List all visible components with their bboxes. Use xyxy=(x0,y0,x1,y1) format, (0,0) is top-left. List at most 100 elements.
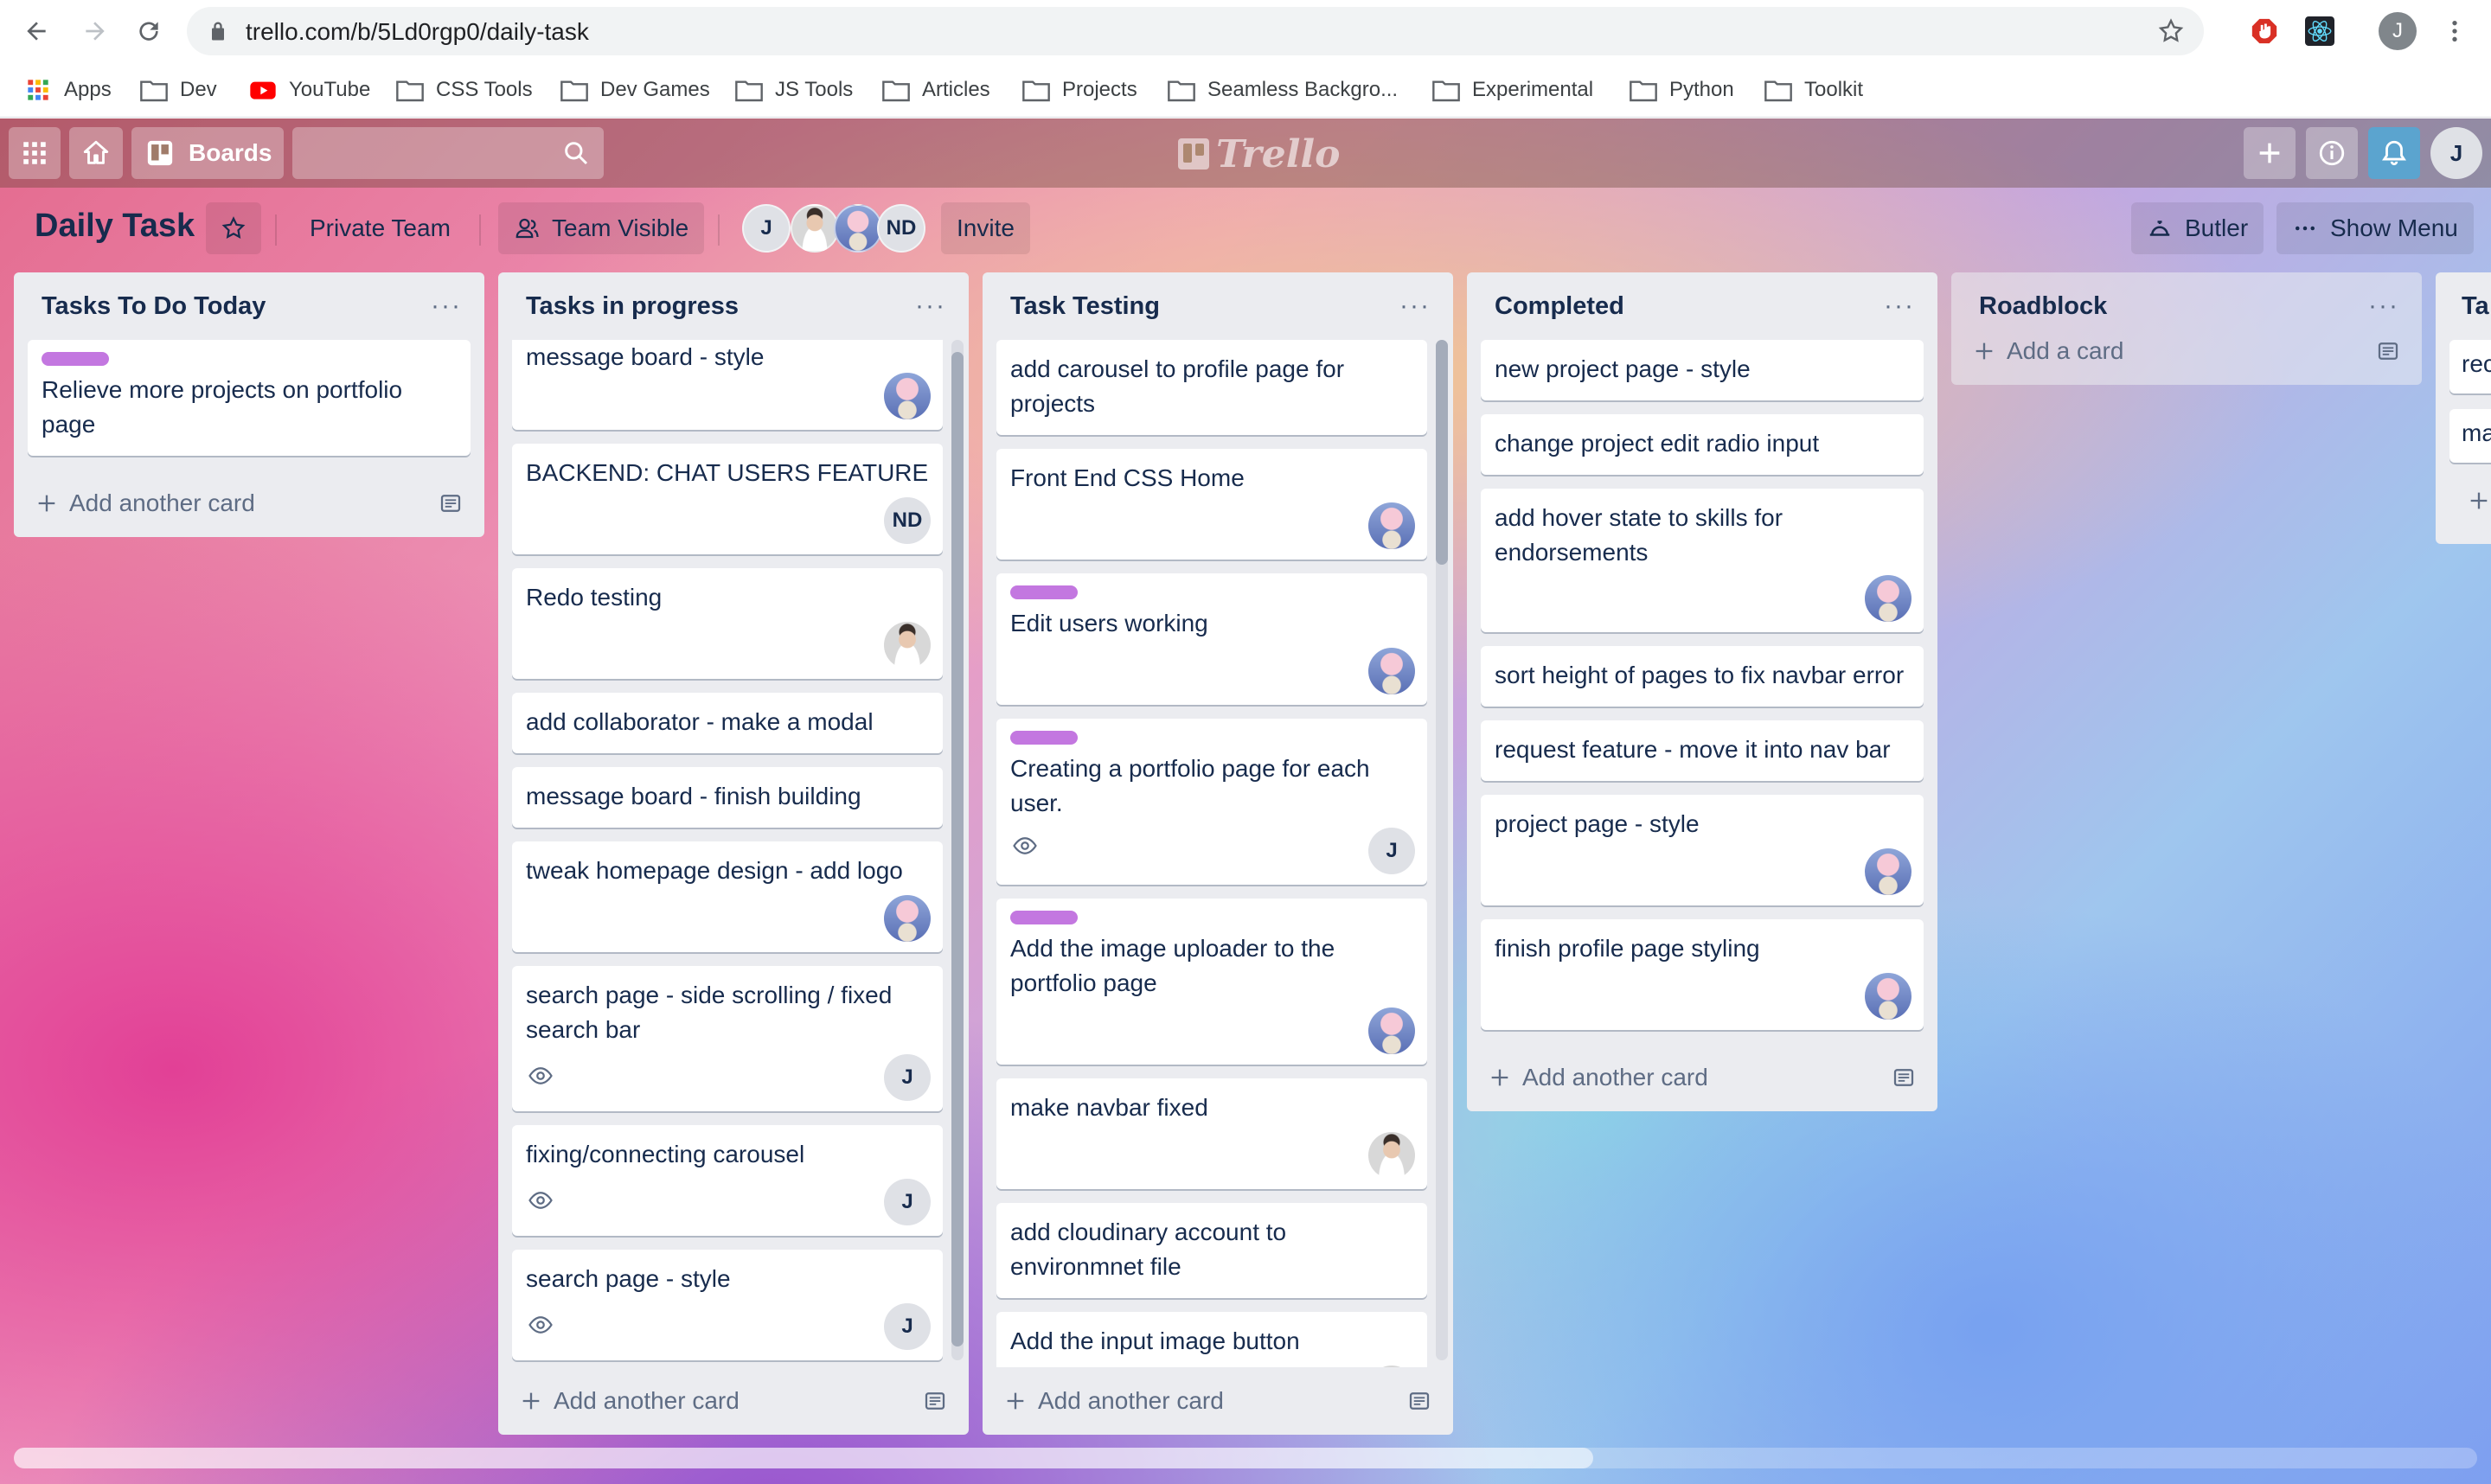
card[interactable]: message board - finish building xyxy=(512,767,943,828)
star-board-button[interactable] xyxy=(206,202,261,254)
bookmark-experimental[interactable]: Experimental xyxy=(1432,74,1593,106)
card[interactable]: ma xyxy=(2449,409,2491,463)
bookmark-articles[interactable]: Articles xyxy=(882,74,990,106)
member-avatar-photo[interactable] xyxy=(791,204,839,253)
card-member-avatar[interactable] xyxy=(1368,648,1415,694)
card-template-icon[interactable] xyxy=(922,1388,948,1414)
address-bar[interactable]: trello.com/b/5Ld0rgp0/daily-task xyxy=(187,7,2204,55)
list-title[interactable]: Completed xyxy=(1495,292,1624,321)
bookmark-star-icon[interactable] xyxy=(2157,17,2185,45)
card-member-avatar[interactable]: ND xyxy=(884,497,931,544)
trello-logo[interactable]: Trello xyxy=(1178,132,1341,176)
add-card-button[interactable]: Add another card xyxy=(1003,1387,1224,1415)
add-card-button[interactable]: Add another card xyxy=(35,489,255,517)
card-label-purple[interactable] xyxy=(42,352,109,366)
card-member-avatar[interactable]: J xyxy=(884,1054,931,1101)
card-member-avatar[interactable] xyxy=(1368,1132,1415,1179)
card[interactable]: message board - style xyxy=(512,340,943,430)
board-title[interactable]: Daily Task xyxy=(35,208,195,245)
card-member-avatar[interactable]: J xyxy=(1368,828,1415,874)
member-avatar-mushroom[interactable] xyxy=(834,204,882,253)
add-card-button[interactable]: Add another card xyxy=(1488,1064,1708,1091)
card-template-icon[interactable] xyxy=(1406,1388,1432,1414)
card[interactable]: Relieve more projects on portfolio page xyxy=(28,340,471,456)
card-member-avatar[interactable] xyxy=(884,895,931,942)
visibility-button[interactable]: Team Visible xyxy=(498,202,705,254)
list-menu-icon[interactable]: ··· xyxy=(429,289,464,323)
card-label-purple[interactable] xyxy=(1010,731,1078,745)
board-horizontal-scrollbar[interactable] xyxy=(14,1448,2477,1468)
card-member-avatar[interactable] xyxy=(884,373,931,419)
card-label-purple[interactable] xyxy=(1010,911,1078,924)
card[interactable]: Creating a portfolio page for each user.… xyxy=(996,719,1427,885)
list-menu-icon[interactable]: ··· xyxy=(1398,289,1432,323)
list-title[interactable]: Ta xyxy=(2462,292,2489,321)
create-button[interactable] xyxy=(2244,127,2296,179)
card-template-icon[interactable] xyxy=(438,490,464,516)
list-scrollbar[interactable] xyxy=(951,340,964,1360)
scrollbar-thumb[interactable] xyxy=(14,1448,1593,1468)
info-button[interactable] xyxy=(2306,127,2358,179)
notifications-button[interactable] xyxy=(2368,127,2420,179)
card-member-avatar[interactable]: J xyxy=(884,1179,931,1225)
card[interactable]: tweak homepage design - add logo xyxy=(512,841,943,952)
card[interactable]: add hover state to skills for endorsemen… xyxy=(1481,489,1924,632)
card[interactable]: finish profile page styling xyxy=(1481,919,1924,1030)
card-template-icon[interactable] xyxy=(2375,338,2401,364)
bookmark-css-tools[interactable]: CSS Tools xyxy=(396,74,533,106)
card[interactable]: search page - style J xyxy=(512,1250,943,1360)
bookmark-python[interactable]: Python xyxy=(1630,74,1734,106)
card[interactable]: Add the image uploader to the portfolio … xyxy=(996,899,1427,1065)
card[interactable]: make navbar fixed xyxy=(996,1078,1427,1189)
card-member-avatar[interactable] xyxy=(1865,848,1911,895)
card[interactable]: Add the input image button xyxy=(996,1312,1427,1367)
team-button[interactable]: Private Team xyxy=(294,202,466,254)
card[interactable]: new project page - style xyxy=(1481,340,1924,400)
bookmark-dev-games[interactable]: Dev Games xyxy=(560,74,710,106)
bookmark-js-tools[interactable]: JS Tools xyxy=(735,74,853,106)
member-avatar[interactable]: J xyxy=(742,204,791,253)
card[interactable]: Edit users working xyxy=(996,573,1427,705)
list-title[interactable]: Task Testing xyxy=(1010,292,1160,321)
user-avatar[interactable]: J xyxy=(2430,127,2482,179)
react-devtools-icon[interactable] xyxy=(2302,14,2337,48)
card[interactable]: Front End CSS Home xyxy=(996,449,1427,560)
bookmark-projects[interactable]: Projects xyxy=(1022,74,1137,106)
bookmark-youtube[interactable]: YouTube xyxy=(249,74,370,106)
add-card-button[interactable]: Add a card xyxy=(1972,337,2123,365)
card[interactable]: sort height of pages to fix navbar error xyxy=(1481,646,1924,707)
bookmark-dev[interactable]: Dev xyxy=(140,74,217,106)
plus-icon[interactable] xyxy=(2467,489,2491,513)
boards-button[interactable]: Boards xyxy=(131,127,284,179)
add-card-button[interactable]: Add another card xyxy=(519,1387,740,1415)
back-icon[interactable] xyxy=(17,12,55,50)
card-member-avatar[interactable] xyxy=(1865,973,1911,1020)
card[interactable]: request feature - move it into nav bar xyxy=(1481,720,1924,781)
card-member-avatar[interactable] xyxy=(1368,1366,1415,1367)
card-label-purple[interactable] xyxy=(1010,585,1078,599)
card[interactable]: fixing/connecting carousel J xyxy=(512,1125,943,1236)
list-title[interactable]: Tasks in progress xyxy=(526,292,739,321)
list-scrollbar[interactable] xyxy=(1436,340,1448,1360)
card-member-avatar[interactable] xyxy=(1368,1007,1415,1054)
list-menu-icon[interactable]: ··· xyxy=(913,289,948,323)
search-input[interactable] xyxy=(292,127,604,179)
list-menu-icon[interactable]: ··· xyxy=(2366,289,2401,323)
bookmark-apps[interactable]: Apps xyxy=(24,74,112,106)
card[interactable]: add collaborator - make a modal xyxy=(512,693,943,753)
card-template-icon[interactable] xyxy=(1891,1065,1917,1091)
card[interactable]: Redo testing xyxy=(512,568,943,679)
card[interactable]: search page - side scrolling / fixed sea… xyxy=(512,966,943,1111)
show-menu-button[interactable]: Show Menu xyxy=(2276,202,2474,254)
list-title[interactable]: Roadblock xyxy=(1979,292,2107,321)
card[interactable]: add carousel to profile page for project… xyxy=(996,340,1427,435)
card[interactable]: project page - style xyxy=(1481,795,1924,905)
bookmark-toolkit[interactable]: Toolkit xyxy=(1764,74,1863,106)
reload-icon[interactable] xyxy=(130,12,168,50)
adblock-extension-icon[interactable] xyxy=(2247,14,2282,48)
butler-button[interactable]: Butler xyxy=(2131,202,2264,254)
card[interactable]: BACKEND: CHAT USERS FEATURE ND xyxy=(512,444,943,554)
card-member-avatar[interactable] xyxy=(884,622,931,668)
list-title[interactable]: Tasks To Do Today xyxy=(42,292,266,321)
bookmark-seamless-backgrounds[interactable]: Seamless Backgro... xyxy=(1168,74,1398,106)
